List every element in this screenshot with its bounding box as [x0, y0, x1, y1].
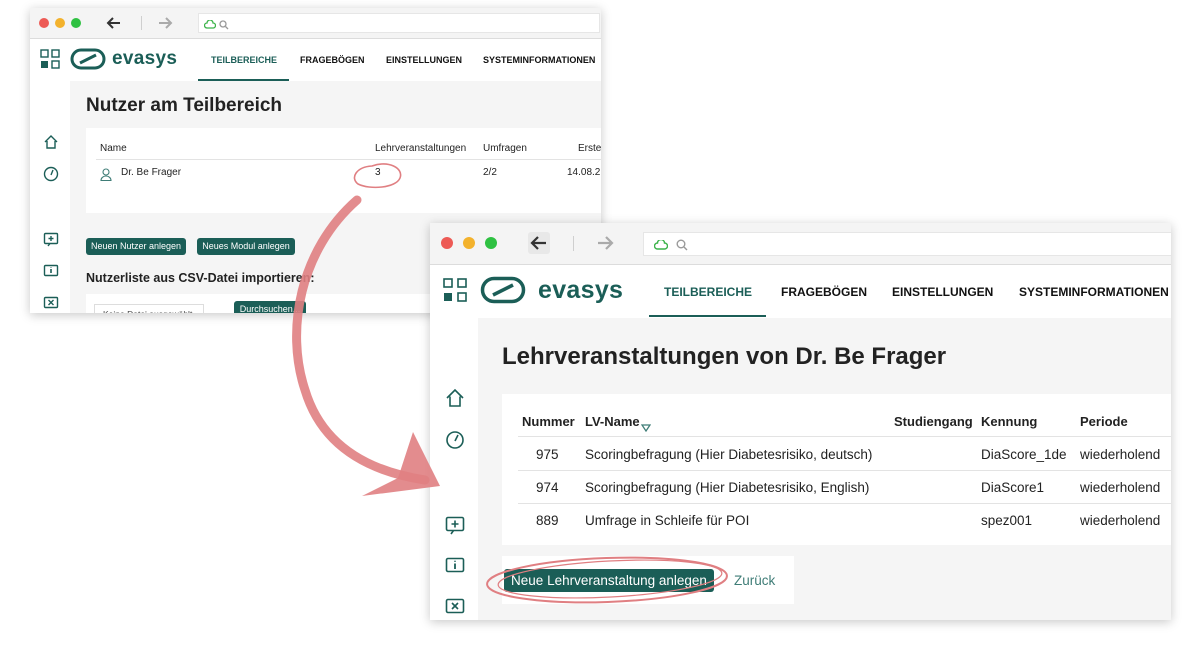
add-comment-icon[interactable]: [43, 232, 59, 253]
connector-arrow-head: [362, 432, 440, 496]
user-survey-count: 2/2: [483, 167, 497, 178]
evasys-logo-icon[interactable]: [70, 48, 106, 75]
column-header-lv-name[interactable]: LV-Name: [585, 414, 640, 429]
user-icon: [100, 168, 112, 186]
courses-table-card: Nummer LV-Name Studiengang Kennung Perio…: [502, 394, 1171, 545]
back-arrow-icon[interactable]: [105, 14, 123, 32]
info-icon[interactable]: [43, 264, 59, 285]
user-name[interactable]: Dr. Be Frager: [121, 167, 181, 178]
header-divider: [96, 159, 601, 160]
search-icon: [676, 238, 688, 256]
back-link[interactable]: Zurück: [734, 573, 775, 588]
evasys-logo-icon[interactable]: [480, 276, 526, 309]
logo-text: evasys: [538, 276, 624, 304]
actions-card: Neue Lehrveranstaltung anlegen Zurück: [502, 556, 794, 604]
top-header: evasys TEILBEREICHE FRAGEBÖGEN EINSTELLU…: [478, 266, 1171, 318]
toolbar-separator: [573, 236, 574, 251]
logo-text: evasys: [112, 48, 178, 69]
course-number: 889: [536, 513, 559, 528]
dashboard-gauge-icon[interactable]: [445, 430, 465, 455]
cloud-icon: [203, 17, 217, 35]
close-window-button[interactable]: [441, 237, 453, 249]
top-header: evasys TEILBEREICHE FRAGEBÖGEN EINSTELLU…: [70, 39, 601, 81]
user-course-count-link[interactable]: 3: [375, 167, 381, 178]
file-input[interactable]: Keine Datei ausgewählt.: [94, 304, 204, 313]
page-title: Lehrveranstaltungen von Dr. Be Frager: [502, 343, 947, 370]
course-identifier: DiaScore_1de: [981, 447, 1067, 462]
tab-systeminformationen[interactable]: SYSTEMINFORMATIONEN: [483, 55, 595, 65]
course-period: wiederholend: [1080, 480, 1161, 495]
tab-teilbereiche[interactable]: TEILBEREICHE: [664, 285, 752, 299]
tab-einstellungen[interactable]: EINSTELLUNGEN: [892, 285, 993, 299]
column-header-name: Name: [100, 143, 127, 154]
course-period: wiederholend: [1080, 447, 1161, 462]
column-header-surveys: Umfragen: [483, 143, 527, 154]
main-content: Lehrveranstaltungen von Dr. Be Frager Nu…: [478, 318, 1171, 620]
modules-grid-icon[interactable]: [443, 278, 467, 307]
sort-triangle-icon[interactable]: [640, 419, 652, 437]
dashboard-gauge-icon[interactable]: [43, 166, 59, 187]
close-comment-icon[interactable]: [445, 598, 465, 620]
tab-systeminformationen[interactable]: SYSTEMINFORMATIONEN: [1019, 285, 1169, 299]
info-icon[interactable]: [445, 557, 465, 582]
page-title: Nutzer am Teilbereich: [86, 95, 283, 116]
front-browser-window: evasys TEILBEREICHE FRAGEBÖGEN EINSTELLU…: [430, 223, 1171, 620]
row-divider: [518, 470, 1171, 471]
side-rail: [30, 39, 70, 313]
new-course-button[interactable]: Neue Lehrveranstaltung anlegen: [504, 569, 714, 592]
course-identifier: DiaScore1: [981, 480, 1045, 495]
address-bar[interactable]: [198, 13, 600, 33]
column-header-created: Erste: [578, 143, 601, 154]
column-header-program: Studiengang: [894, 414, 973, 429]
side-rail: [430, 266, 478, 620]
close-comment-icon[interactable]: [43, 296, 59, 313]
course-name[interactable]: Scoringbefragung (Hier Diabetesrisiko, E…: [585, 480, 869, 495]
header-divider: [518, 436, 1171, 437]
search-icon: [219, 17, 229, 35]
home-icon[interactable]: [445, 388, 465, 413]
back-arrow-icon[interactable]: [528, 232, 550, 254]
forward-arrow-icon[interactable]: [594, 232, 616, 254]
toolbar-separator: [141, 16, 142, 30]
close-window-button[interactable]: [39, 18, 49, 28]
course-name[interactable]: Umfrage in Schleife für POI: [585, 513, 749, 528]
new-module-button[interactable]: Neues Modul anlegen: [197, 238, 295, 255]
maximize-window-button[interactable]: [485, 237, 497, 249]
course-name[interactable]: Scoringbefragung (Hier Diabetesrisiko, d…: [585, 447, 872, 462]
row-divider: [518, 503, 1171, 504]
tab-frageboegen[interactable]: FRAGEBÖGEN: [300, 55, 365, 65]
add-comment-icon[interactable]: [445, 516, 465, 541]
browser-toolbar: [430, 223, 1171, 265]
new-user-button[interactable]: Neuen Nutzer anlegen: [86, 238, 186, 255]
column-header-identifier: Kennung: [981, 414, 1038, 429]
course-number: 975: [536, 447, 559, 462]
active-tab-indicator: [649, 315, 766, 317]
cloud-icon: [653, 238, 669, 256]
home-icon[interactable]: [43, 134, 59, 155]
course-period: wiederholend: [1080, 513, 1161, 528]
course-number: 974: [536, 480, 559, 495]
column-header-number: Nummer: [522, 414, 575, 429]
browser-toolbar: [30, 8, 601, 39]
tab-frageboegen[interactable]: FRAGEBÖGEN: [781, 285, 867, 299]
browse-button[interactable]: Durchsuchen...: [234, 301, 306, 313]
course-identifier: spez001: [981, 513, 1033, 528]
user-created-date: 14.08.2: [567, 167, 601, 178]
modules-grid-icon[interactable]: [40, 49, 60, 74]
tab-einstellungen[interactable]: EINSTELLUNGEN: [386, 55, 462, 65]
minimize-window-button[interactable]: [463, 237, 475, 249]
users-table-card: Name Lehrveranstaltungen Umfragen Erste …: [86, 128, 601, 213]
forward-arrow-icon[interactable]: [156, 14, 174, 32]
import-section-title: Nutzerliste aus CSV-Datei importieren:: [86, 271, 315, 285]
column-header-period: Periode: [1080, 414, 1128, 429]
maximize-window-button[interactable]: [71, 18, 81, 28]
address-bar[interactable]: [643, 232, 1171, 256]
column-header-courses: Lehrveranstaltungen: [375, 143, 467, 154]
minimize-window-button[interactable]: [55, 18, 65, 28]
tab-teilbereiche[interactable]: TEILBEREICHE: [211, 55, 277, 65]
app-area: evasys TEILBEREICHE FRAGEBÖGEN EINSTELLU…: [430, 266, 1171, 620]
